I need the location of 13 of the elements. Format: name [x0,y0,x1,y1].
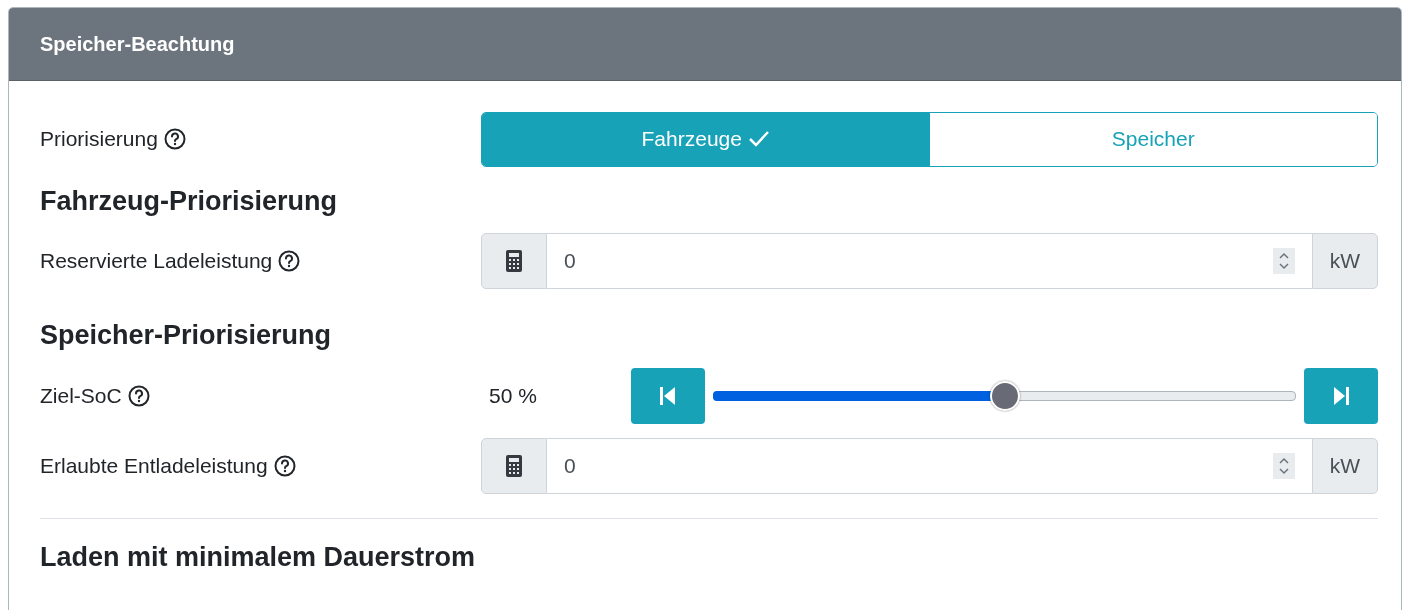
unit-addon: kW [1312,233,1378,290]
field-label: Erlaubte Entladeleistung [40,453,268,478]
field-label: Reservierte Ladeleistung [40,249,273,274]
unit-addon: kW [1312,437,1378,494]
number-field[interactable]: 0 [547,233,1312,290]
number-field[interactable]: 0 [547,437,1312,494]
field-label: Priorisierung [40,127,158,151]
field-label: Ziel-SoC [40,383,122,408]
slider-value: 50 % [488,383,538,408]
card-title: Speicher-Beachtung [40,32,235,56]
section-heading: Fahrzeug-Priorisierung [40,185,339,218]
section-heading: Speicher-Priorisierung [40,319,333,353]
section-heading: Laden mit minimalem Dauerstrom [40,540,477,574]
